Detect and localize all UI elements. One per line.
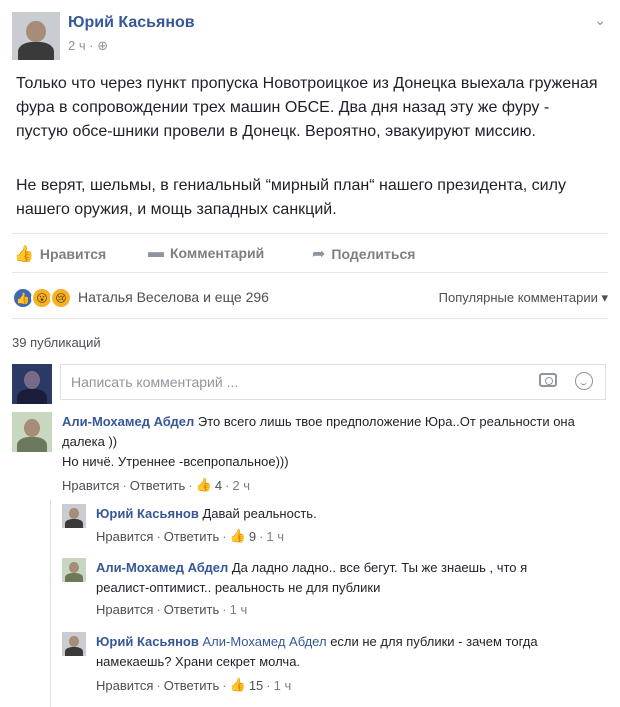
reply-reply-link[interactable]: Ответить — [164, 529, 220, 544]
comment-input-box[interactable] — [60, 364, 606, 400]
author-avatar[interactable] — [12, 12, 60, 60]
post-time[interactable]: 2 ч — [68, 38, 86, 53]
comment-reply-link[interactable]: Ответить — [130, 478, 186, 493]
post-text-paragraph-1: Только что через пункт пропуска Новотрои… — [16, 75, 598, 140]
current-user-avatar — [12, 364, 52, 404]
reply-footer: Нравится · Ответить · 1 ч — [96, 602, 248, 617]
like-button[interactable]: 👍 Нравится — [14, 244, 106, 264]
reply-footer: Нравится · Ответить · 👍 15 · 1 ч — [96, 677, 292, 693]
reply-time[interactable]: 1 ч — [230, 602, 248, 617]
reply-author[interactable]: Юрий Касьянов — [96, 506, 199, 521]
comment-time[interactable]: 2 ч — [232, 478, 250, 493]
divider — [12, 272, 608, 273]
post-text-paragraph-2: Не верят, шельмы, в гениальный “мирный п… — [16, 177, 566, 218]
reply-text: Давай реальность. — [202, 506, 317, 521]
divider — [12, 318, 608, 319]
comment-avatar[interactable] — [12, 412, 52, 452]
comment-text: Но ничё. Утреннее -всепропальное))) — [62, 454, 289, 469]
post-author-name[interactable]: Юрий Касьянов — [68, 14, 195, 32]
globe-icon: ⊕ — [97, 38, 109, 53]
reply-body: Юрий Касьянов Али-Мохамед Абдел если не … — [96, 632, 566, 672]
like-icon: 👍 — [14, 246, 34, 263]
reply-reply-link[interactable]: Ответить — [164, 678, 220, 693]
reply-like-count[interactable]: 15 — [249, 678, 263, 693]
like-button-label: Нравится — [39, 246, 107, 262]
comments-count[interactable]: 39 публикаций — [12, 335, 101, 350]
reply-like-link[interactable]: Нравится — [96, 678, 153, 693]
replies-thread-line — [50, 500, 51, 707]
reply-author[interactable]: Юрий Касьянов — [96, 634, 199, 649]
chevron-down-icon[interactable]: ⌄ — [594, 12, 606, 29]
reply-body: Юрий Касьянов Давай реальность. — [96, 504, 606, 524]
reply-like-count[interactable]: 9 — [249, 529, 256, 544]
comment-icon: ▬ — [148, 244, 164, 261]
facebook-post: Юрий Касьянов 2 ч · ⊕ ⌄ Только что через… — [0, 0, 620, 707]
sad-reaction-icon: 😢 — [50, 287, 72, 309]
reply-avatar[interactable] — [62, 504, 86, 528]
reply-like-link[interactable]: Нравится — [96, 602, 153, 617]
reply-avatar[interactable] — [62, 558, 86, 582]
comment-footer: Нравится · Ответить · 👍 4 · 2 ч — [62, 477, 251, 493]
smiley-icon[interactable] — [575, 372, 593, 390]
reply-avatar[interactable] — [62, 632, 86, 656]
reactors-text[interactable]: Наталья Веселова и еще 296 — [78, 289, 269, 305]
reaction-icons[interactable]: 👍 😮 😢 — [12, 287, 72, 309]
post-meta: 2 ч · ⊕ — [68, 38, 109, 53]
comment-body: Али-Мохамед Абдел Это всего лишь твое пр… — [62, 412, 602, 472]
comment-sort-label: Популярные комментарии — [438, 290, 598, 305]
reply-time[interactable]: 1 ч — [266, 529, 284, 544]
reply-mention[interactable]: Али-Мохамед Абдел — [202, 634, 326, 649]
caret-down-icon: ▾ — [601, 290, 608, 305]
thumbs-up-icon: 👍 — [229, 528, 246, 543]
share-button[interactable]: ➦ Поделиться — [312, 244, 415, 264]
reply-time[interactable]: 1 ч — [274, 678, 292, 693]
camera-icon[interactable] — [539, 373, 557, 387]
comment-sort-dropdown[interactable]: Популярные комментарии ▾ — [439, 290, 608, 306]
comment-input[interactable] — [69, 373, 533, 391]
reply-reply-link[interactable]: Ответить — [164, 602, 220, 617]
reply-footer: Нравится · Ответить · 👍 9 · 1 ч — [96, 528, 285, 544]
reply-author[interactable]: Али-Мохамед Абдел — [96, 560, 228, 575]
comment-like-count[interactable]: 4 — [215, 478, 222, 493]
reply-body: Али-Мохамед Абдел Да ладно ладно.. все б… — [96, 558, 576, 598]
comment-like-link[interactable]: Нравится — [62, 478, 119, 493]
comment-button[interactable]: ▬ Комментарий — [148, 244, 264, 262]
comment-author[interactable]: Али-Мохамед Абдел — [62, 414, 194, 429]
divider — [12, 233, 608, 234]
thumbs-up-icon: 👍 — [229, 677, 246, 692]
share-icon: ➦ — [312, 246, 326, 263]
thumbs-up-icon: 👍 — [195, 477, 212, 492]
share-button-label: Поделиться — [331, 246, 416, 262]
reply-like-link[interactable]: Нравится — [96, 529, 153, 544]
comment-button-label: Комментарий — [170, 245, 265, 261]
